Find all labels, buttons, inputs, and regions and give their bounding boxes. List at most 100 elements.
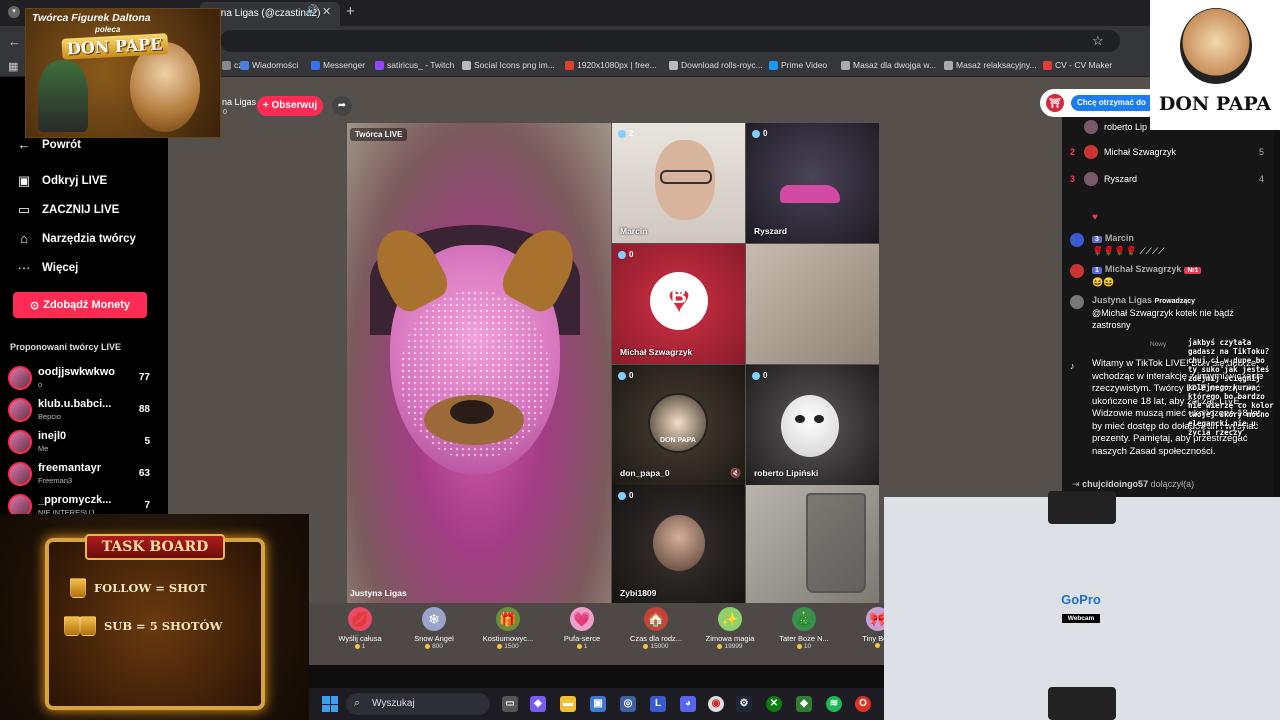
want-receive-button[interactable]: Chcę otrzymać do [1071,95,1159,111]
gift-item[interactable]: 💗 Pufa-serce 1 [547,607,617,650]
gift-name: Kostiumowyc... [482,634,534,643]
bookmark-star-icon[interactable]: ☆ [1092,33,1104,49]
taskbar-search[interactable]: Wyszukaj [346,693,490,715]
store-icon[interactable]: ▣ [590,696,606,712]
shot-glass-icon [80,616,96,636]
coin-icon [576,644,582,649]
rank-name: roberto Lip [1104,122,1148,132]
new-tab-plus-icon[interactable]: + [346,3,355,20]
suggested-creator[interactable]: inejl0 Me 5 [8,430,158,458]
file-explorer-icon[interactable]: ▬ [560,696,576,712]
gift-item[interactable]: 💋 Wyślij całusa 1 [325,607,395,650]
steam-icon[interactable]: ⚙ [736,696,752,712]
discord-icon[interactable]: ◕ [680,696,696,712]
close-icon[interactable]: ✕ [322,5,331,18]
bookmark-item[interactable]: Download rolls-royc... [669,60,763,70]
gift-price: 1 [547,643,617,650]
opera-icon[interactable]: O [855,696,871,712]
address-input[interactable] [220,30,1120,52]
task-view-icon[interactable]: ▭ [502,696,518,712]
nav-discover-live[interactable]: ▣ Odkryj LIVE [16,173,107,189]
app-l-icon[interactable]: L [650,696,666,712]
chrome-icon[interactable]: ◉ [708,696,724,712]
score-badge: 0 [618,250,633,259]
chat-message[interactable]: 3 Marcin 🌹🌹🌹🌹 ⟋⟋⟋⟋ [1070,233,1270,261]
task-board-title: TASK BOARD [85,534,225,560]
rank-name: Michał Szwagrzyk [1104,147,1177,157]
share-icon[interactable]: ➦ [332,96,352,116]
gift-item[interactable]: ✨ Zimowa magia 19999 [695,607,765,650]
heart-icon: ♥ [1092,212,1098,223]
follow-button[interactable]: + Obserwuj [257,96,323,116]
ranking-row[interactable]: 3 Ryszard 4 [1070,172,1268,186]
bookmark-item[interactable]: CV - CV Maker [1043,60,1112,70]
host-viewers: 0 [223,109,227,116]
bookmark-item[interactable]: Social Icons png im... [462,60,555,70]
app-green-icon[interactable]: ◆ [796,696,812,712]
nav-label: Narzędzia twórcy [42,232,136,245]
chat-message[interactable]: 1 Michał Szwagrzyk Nr1 😆😆 [1070,264,1270,292]
score-badge: 0 [752,129,767,138]
guest-tile-ryszard[interactable]: 0 Ryszard [746,123,879,243]
bookmark-item[interactable]: Wiadomości [240,60,298,70]
rank-number: 3 [1070,174,1076,184]
nav-more[interactable]: ··· Więcej [16,260,79,275]
coin-icon [717,644,723,649]
xbox-icon[interactable]: ✕ [766,696,782,712]
bookmark-item[interactable]: 1920x1080px | free... [565,60,657,70]
gift-name: Tater Boże N... [779,634,829,643]
coin-icon [874,643,880,648]
spotify-icon[interactable]: ≋ [826,696,842,712]
banner-title: Twórca Figurek Daltona [32,12,151,24]
nav-label: ZACZNIJ LIVE [42,204,120,216]
bookmark-item[interactable]: Masaż relaksacyjny... [944,60,1037,70]
coin-icon [425,644,431,649]
muted-mic-icon: 🔇 [730,468,742,478]
hockey-mask [781,395,839,457]
suggested-creator[interactable]: klub.u.babci... Bepcio 88 [8,398,158,426]
get-coins-button[interactable]: ⊙ Zdobądź Monety [13,292,147,318]
guest-tile-plants[interactable] [746,244,879,364]
bookmark-label: Social Icons png im... [474,60,555,70]
bookmark-item[interactable]: satiricus_ - Twitch [375,60,454,70]
suggested-creator[interactable]: freemantayr Freeman3 63 [8,462,158,490]
app-icon[interactable]: ◎ [620,696,636,712]
windows-start-icon[interactable] [322,696,338,712]
tab-search-icon[interactable]: ▾ [8,6,20,18]
dark-strip [309,665,884,688]
bookmark-favicon-icon [240,60,249,70]
speaker-icon[interactable]: 🔊 [306,5,318,16]
avatar [1084,172,1098,186]
back-label: Powrót [42,138,81,151]
guest-name: Zybi1809 [620,588,657,598]
creator-subtitle: Freeman3 [38,476,73,485]
nav-start-live[interactable]: ▭ ZACZNIJ LIVE [16,202,119,218]
nav-creator-tools[interactable]: ⌂ Narzędzia twórcy [16,231,136,246]
gift-icon: 🏠 [644,607,668,631]
back-arrow-icon[interactable]: ← [8,34,21,49]
bookmark-item[interactable]: Masaż dla dwojga w... [841,60,936,70]
rank-number: 2 [1070,147,1076,157]
gift-item[interactable]: 🎄 Tater Boże N... 10 [769,607,839,650]
avatar [8,430,32,454]
gift-item[interactable]: ❄ Snow Angel 800 [399,607,469,650]
ranking-row[interactable]: 2 Michał Szwagrzyk 5 [1070,145,1268,159]
gift-item[interactable]: 🏠 Czas dla rodz... 15000 [621,607,691,650]
apps-grid-icon[interactable]: ▦ [8,60,18,73]
glasses-shape [660,170,712,184]
active-tab[interactable]: styna Ligas (@czastina2) [200,2,340,26]
message-author: Justyna Ligas Prowadzący [1092,295,1196,305]
suggested-creator[interactable]: oodjjswkwkwo o 77 [8,366,158,394]
gift-item[interactable]: 🎁 Kostiumowyc... 1500 [473,607,543,650]
logo-text: DON PAPA [1158,93,1272,115]
bookmark-label: satiricus_ - Twitch [387,60,455,70]
copilot-icon[interactable]: ◆ [530,696,546,712]
creator-subtitle: Me [38,444,49,453]
host-name[interactable]: na Ligas [222,97,256,107]
bookmark-item[interactable]: Messenger [311,60,365,70]
back-nav[interactable]: ← Powrót [16,137,81,152]
bookmark-item[interactable]: Prime Video [769,60,827,70]
banner-sub: poleca [95,25,121,34]
avatar [1070,264,1084,278]
chat-message[interactable]: Justyna Ligas Prowadzący @Michał Szwagrz… [1070,295,1270,335]
